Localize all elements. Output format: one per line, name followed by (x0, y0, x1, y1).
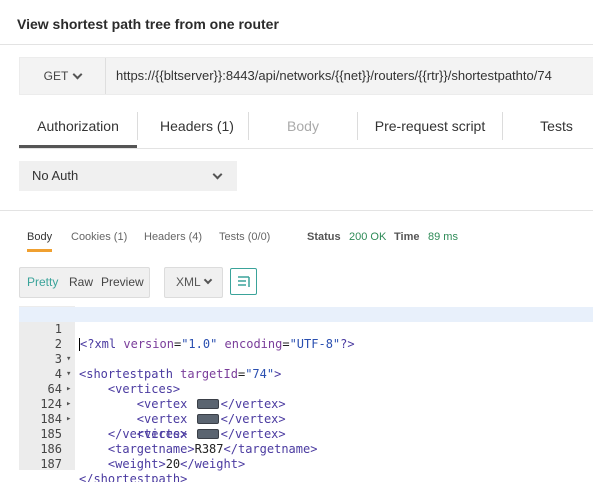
time-label: Time (394, 231, 420, 243)
view-mode-pretty[interactable]: Pretty (27, 268, 58, 297)
code-line: 64 ▸ <vertex </vertex> (19, 367, 593, 426)
chevron-down-icon (72, 69, 83, 79)
code-line: 124 ▸ <vertex </vertex> (19, 382, 593, 441)
tab-tests[interactable]: Tests (503, 108, 593, 148)
response-tab-headers[interactable]: Headers (4) (144, 228, 202, 246)
code-line: 187 </shortestpath> (19, 442, 593, 482)
tab-authorization[interactable]: Authorization (19, 108, 137, 148)
tab-pre-request-script[interactable]: Pre-request script (358, 108, 502, 148)
url-input[interactable]: https://{{bltserver}}:8443/api/networks/… (116, 58, 552, 94)
code-line: 185 <targetname>R387</targetname> (19, 412, 593, 456)
view-mode-raw[interactable]: Raw (69, 268, 93, 297)
response-tab-body[interactable]: Body (27, 228, 53, 252)
code-line: 184 </vertices> (19, 397, 593, 441)
line-number: 187 (40, 457, 62, 471)
time-value: 89 ms (428, 231, 458, 243)
code-line: 3 ▾ <vertices> (19, 337, 593, 396)
code-line: 1 <?xml version="1.0" encoding="UTF-8"?> (19, 307, 593, 351)
chevron-down-icon (212, 169, 223, 180)
format-select[interactable]: XML (164, 267, 223, 298)
method-label: GET (43, 69, 69, 83)
chevron-down-icon (203, 275, 213, 285)
page-title: View shortest path tree from one router (17, 16, 279, 32)
auth-type-select[interactable]: No Auth (19, 161, 237, 191)
tab-headers[interactable]: Headers (1) (138, 108, 256, 148)
view-mode-group: Pretty Raw Preview (19, 267, 150, 298)
request-tabs: Authorization Headers (1) Body Pre-reque… (19, 108, 593, 148)
response-tab-tests[interactable]: Tests (0/0) (219, 228, 270, 246)
code-line: 4 ▸ <vertex </vertex> (19, 352, 593, 411)
divider (19, 148, 593, 149)
url-bar: GET https://{{bltserver}}:8443/api/netwo… (19, 57, 593, 95)
divider (0, 44, 593, 45)
code-line: 186 <weight>20</weight> (19, 427, 593, 471)
status-value: 200 OK (349, 231, 387, 243)
method-select[interactable]: GET (20, 58, 106, 94)
response-body-editor[interactable]: 1 <?xml version="1.0" encoding="UTF-8"?>… (19, 306, 593, 482)
status-label: Status (307, 231, 341, 243)
auth-type-label: No Auth (32, 168, 79, 183)
wrap-lines-button[interactable] (230, 268, 257, 295)
divider (0, 210, 593, 211)
wrap-lines-icon (238, 276, 250, 287)
tab-body[interactable]: Body (249, 108, 357, 148)
code-line: 2 ▾ <shortestpath targetId="74"> (19, 322, 593, 381)
response-tab-cookies[interactable]: Cookies (1) (71, 228, 127, 246)
format-label: XML (176, 275, 201, 289)
view-mode-preview[interactable]: Preview (101, 268, 144, 297)
